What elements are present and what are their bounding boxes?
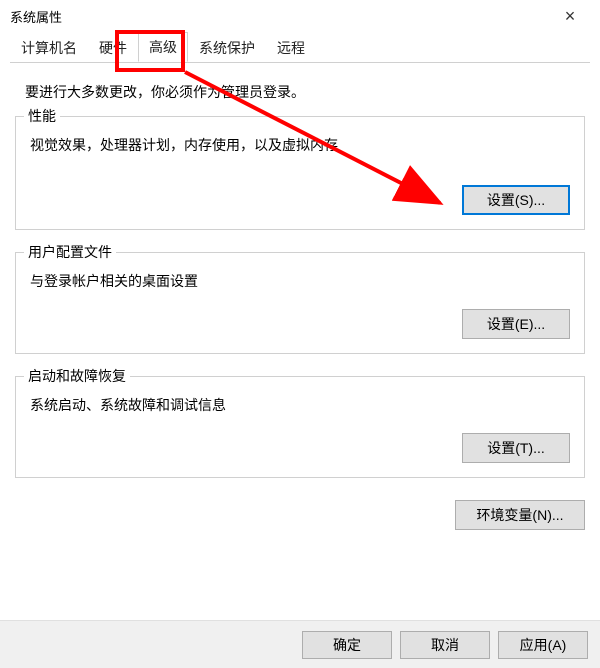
tab-label: 系统保护 <box>199 40 255 56</box>
group-title: 用户配置文件 <box>24 242 116 262</box>
tab-hardware[interactable]: 硬件 <box>88 33 138 62</box>
group-desc: 与登录帐户相关的桌面设置 <box>30 271 570 291</box>
dialog-buttons: 确定 取消 应用(A) <box>0 620 600 668</box>
group-title: 性能 <box>24 106 60 126</box>
group-user-profiles: 用户配置文件 与登录帐户相关的桌面设置 设置(E)... <box>15 252 585 354</box>
tab-underline <box>10 62 590 63</box>
group-startup-recovery: 启动和故障恢复 系统启动、系统故障和调试信息 设置(T)... <box>15 376 585 478</box>
tab-label: 计算机名 <box>21 40 77 56</box>
tab-label: 高级 <box>149 39 177 55</box>
close-icon[interactable]: × <box>550 6 590 27</box>
startup-settings-button[interactable]: 设置(T)... <box>462 433 570 463</box>
tab-content: 要进行大多数更改，你必须作为管理员登录。 性能 视觉效果，处理器计划，内存使用，… <box>0 62 600 478</box>
performance-settings-button[interactable]: 设置(S)... <box>462 185 570 215</box>
ok-button[interactable]: 确定 <box>302 631 392 659</box>
tab-computer-name[interactable]: 计算机名 <box>10 33 88 62</box>
window-title: 系统属性 <box>10 7 550 26</box>
tab-label: 硬件 <box>99 40 127 56</box>
apply-button[interactable]: 应用(A) <box>498 631 588 659</box>
cancel-button[interactable]: 取消 <box>400 631 490 659</box>
group-desc: 系统启动、系统故障和调试信息 <box>30 395 570 415</box>
tab-label: 远程 <box>277 40 305 56</box>
group-desc: 视觉效果，处理器计划，内存使用，以及虚拟内存 <box>30 135 570 155</box>
tab-strip: 计算机名 硬件 高级 系统保护 远程 <box>0 32 600 62</box>
group-title: 启动和故障恢复 <box>24 366 130 386</box>
titlebar: 系统属性 × <box>0 0 600 32</box>
profiles-settings-button[interactable]: 设置(E)... <box>462 309 570 339</box>
group-performance: 性能 视觉效果，处理器计划，内存使用，以及虚拟内存 设置(S)... <box>15 116 585 230</box>
tab-remote[interactable]: 远程 <box>266 33 316 62</box>
tab-system-protection[interactable]: 系统保护 <box>188 33 266 62</box>
environment-variables-button[interactable]: 环境变量(N)... <box>455 500 585 530</box>
admin-notice: 要进行大多数更改，你必须作为管理员登录。 <box>25 82 585 102</box>
tab-advanced[interactable]: 高级 <box>138 32 188 62</box>
